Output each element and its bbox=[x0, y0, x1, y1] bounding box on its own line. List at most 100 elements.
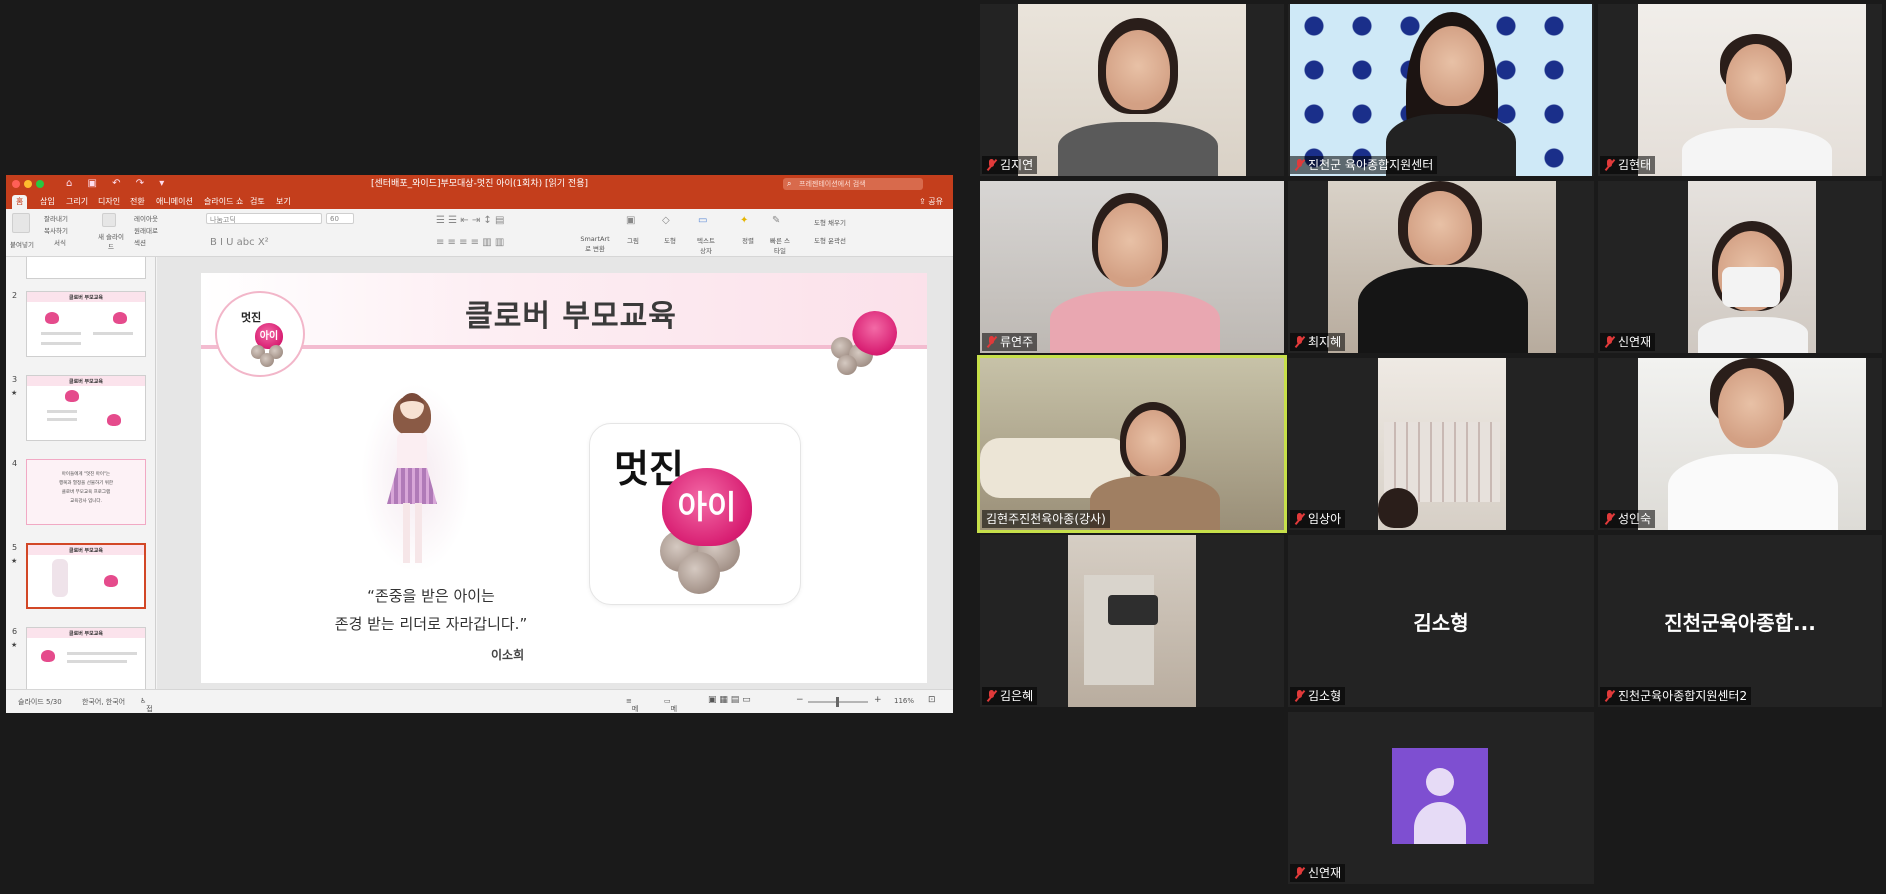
search-placeholder: 프레젠테이션에서 검색 bbox=[799, 180, 866, 188]
slide-thumbnail-6[interactable]: 클로버 부모교육 bbox=[26, 627, 146, 689]
girl-head-graphic bbox=[400, 393, 424, 419]
participant-tile[interactable]: 최지혜 bbox=[1288, 181, 1594, 353]
tab-home[interactable]: 홈 bbox=[12, 195, 28, 209]
quick-styles-icon[interactable]: ✎ bbox=[772, 215, 780, 226]
shape-button[interactable]: 도형 bbox=[664, 235, 676, 245]
new-slide-icon[interactable] bbox=[102, 213, 116, 227]
layout-button[interactable]: 레이아웃 bbox=[134, 213, 158, 223]
participant-tile[interactable]: 임상아 bbox=[1288, 358, 1594, 530]
ppt-search-input[interactable]: ⌕ 프레젠테이션에서 검색 bbox=[783, 178, 923, 190]
muted-mic-icon bbox=[1604, 689, 1616, 703]
font-style-buttons[interactable]: B I U abc X² bbox=[210, 237, 269, 248]
ppt-titlebar: ⌂ ▣ ↶ ↷ ▾ [센터배포_와이드]부모대상-멋진 아이(1회차) [읽기 … bbox=[6, 175, 953, 193]
participant-name: 진천군 육아종합지원센터 bbox=[1308, 158, 1434, 172]
muted-mic-icon bbox=[1294, 689, 1306, 703]
paste-icon[interactable] bbox=[12, 213, 30, 233]
zoom-level[interactable]: 116% bbox=[894, 697, 914, 705]
participant-tile[interactable]: 김은혜 bbox=[980, 535, 1284, 707]
align-buttons[interactable]: ≡ ≡ ≡ ≡ ▥ ▥ bbox=[436, 237, 504, 248]
arrange-icon[interactable]: ✦ bbox=[740, 215, 748, 226]
language[interactable]: 한국어, 한국어 bbox=[82, 697, 125, 707]
slide-thumbnail-2[interactable]: 클로버 부모교육 bbox=[26, 291, 146, 357]
muted-mic-icon bbox=[986, 158, 998, 172]
current-slide[interactable]: 클로버 부모교육 멋진 아이 멋진 아이 “존중을 받은 아이는 존경 받는 리… bbox=[201, 273, 927, 683]
slide-thumbnail[interactable] bbox=[26, 257, 146, 279]
list-buttons[interactable]: ☰ ☰ ⇤ ⇥ ↕ ▤ bbox=[436, 215, 504, 226]
thumbnail-text-line bbox=[93, 332, 133, 335]
participant-name-tag: 김소형 bbox=[1290, 687, 1346, 705]
tab-insert[interactable]: 삽입 bbox=[36, 195, 59, 209]
thumbnail-text-line bbox=[41, 332, 81, 335]
torso-graphic bbox=[1698, 317, 1808, 353]
participant-tile[interactable]: 신연재 bbox=[1288, 712, 1594, 884]
slide-thumbnail-5-selected[interactable]: 클로버 부모교육 bbox=[26, 543, 146, 609]
reset-button[interactable]: 원래대로 bbox=[134, 225, 158, 235]
participant-tile[interactable]: 진천군 육아종합지원센터 bbox=[1288, 4, 1594, 176]
textbox-icon[interactable]: ▭ bbox=[698, 215, 707, 226]
thumbnail-text-line: 교육강사 입니다. bbox=[70, 499, 102, 504]
shared-powerpoint-window: ⌂ ▣ ↶ ↷ ▾ [센터배포_와이드]부모대상-멋진 아이(1회차) [읽기 … bbox=[6, 175, 953, 713]
picture-button[interactable]: 그림 bbox=[627, 235, 639, 245]
tab-design[interactable]: 디자인 bbox=[94, 195, 124, 209]
participant-name-tag: 최지혜 bbox=[1290, 333, 1346, 351]
shape-outline-button[interactable]: 도형 윤곽선 bbox=[814, 235, 846, 245]
participant-tile[interactable]: 성인숙 bbox=[1598, 358, 1882, 530]
view-buttons[interactable]: ▣ ▦ ▤ ▭ bbox=[708, 695, 751, 705]
fit-slide-icon[interactable]: ⊡ bbox=[928, 695, 936, 705]
tab-slideshow[interactable]: 슬라이드 쇼 bbox=[200, 195, 247, 209]
participant-name: 최지혜 bbox=[1308, 335, 1342, 349]
font-name-value: 나눔고딕 bbox=[210, 216, 236, 224]
zoom-out-icon[interactable]: − bbox=[796, 695, 804, 705]
quote-author[interactable]: 이소희 bbox=[491, 646, 524, 663]
copy-button[interactable]: 복사하기 bbox=[44, 225, 68, 235]
font-size-select[interactable]: 60 bbox=[326, 213, 354, 224]
tab-transitions[interactable]: 전환 bbox=[126, 195, 149, 209]
slide-thumbnail-4[interactable]: 아이들에게 "멋진 아이"는 행복과 열정을 선물하기 위한 클로버 부모교육 … bbox=[26, 459, 146, 525]
cut-button[interactable]: 잘라내기 bbox=[44, 213, 68, 223]
person-icon-body bbox=[1414, 802, 1466, 844]
ribbon-tabs: 홈 삽입 그리기 디자인 전환 애니메이션 슬라이드 쇼 검토 보기 ⇪ 공유 bbox=[6, 193, 953, 209]
font-name-select[interactable]: 나눔고딕 bbox=[206, 213, 322, 224]
convert-smartart-button[interactable]: SmartArt로 변환 bbox=[580, 235, 610, 253]
slide-title[interactable]: 클로버 부모교육 bbox=[381, 291, 761, 335]
new-slide-button[interactable]: 새 슬라이드 bbox=[96, 231, 126, 251]
slide-editing-area[interactable]: 클로버 부모교육 멋진 아이 멋진 아이 “존중을 받은 아이는 존경 받는 리… bbox=[157, 257, 953, 689]
participant-tile[interactable]: 김지연 bbox=[980, 4, 1284, 176]
tab-view[interactable]: 보기 bbox=[272, 195, 295, 209]
zoom-slider-handle[interactable] bbox=[836, 697, 839, 707]
thumbnail-number: 3 bbox=[12, 375, 18, 384]
tab-animations[interactable]: 애니메이션 bbox=[152, 195, 197, 209]
participant-name-tag: 진천군 육아종합지원센터 bbox=[1290, 156, 1438, 174]
participant-name: 김지연 bbox=[1000, 158, 1034, 172]
quick-styles-button[interactable]: 빠른 스타일 bbox=[768, 235, 792, 255]
shape-icon[interactable]: ◇ bbox=[662, 215, 670, 226]
slide-thumbnail-3[interactable]: 클로버 부모교육 bbox=[26, 375, 146, 441]
torso-graphic bbox=[1358, 267, 1528, 353]
format-painter-button[interactable]: 서식 bbox=[54, 237, 66, 247]
participant-tile[interactable]: 김현태 bbox=[1598, 4, 1882, 176]
zoom-in-icon[interactable]: + bbox=[874, 695, 882, 705]
shape-fill-button[interactable]: 도형 채우기 bbox=[814, 217, 846, 227]
muted-mic-icon bbox=[1294, 335, 1306, 349]
section-button[interactable]: 섹션 bbox=[134, 237, 146, 247]
comments-button[interactable]: ▭ 메모 bbox=[664, 697, 677, 713]
share-button[interactable]: ⇪ 공유 bbox=[919, 195, 943, 209]
slide-thumbnail-pane[interactable]: 2 클로버 부모교육 3 ★ 클로버 부모교육 4 아이들에게 "멋진 아이"는… bbox=[6, 257, 156, 689]
accessibility-status[interactable]: ♿ 접근성: 조사 필요 bbox=[140, 697, 153, 713]
textbox-button[interactable]: 텍스트 상자 bbox=[694, 235, 718, 255]
participant-tile[interactable]: 김소형 김소형 bbox=[1288, 535, 1594, 707]
paste-button[interactable]: 붙여넣기 bbox=[10, 239, 34, 249]
quote-line-1[interactable]: “존중을 받은 아이는 bbox=[281, 585, 581, 606]
tab-review[interactable]: 검토 bbox=[246, 195, 269, 209]
participant-tile[interactable]: 진천군육아종합... 진천군육아종합지원센터2 bbox=[1598, 535, 1882, 707]
picture-icon[interactable]: ▣ bbox=[626, 215, 635, 226]
participant-tile[interactable]: 류연주 bbox=[980, 181, 1284, 353]
tab-draw[interactable]: 그리기 bbox=[62, 195, 92, 209]
participant-tile-active-speaker[interactable]: 김현주진천육아종(강사) bbox=[977, 355, 1287, 533]
participant-tile[interactable]: 신연재 bbox=[1598, 181, 1882, 353]
comments-label: 메모 bbox=[670, 705, 678, 713]
participant-name-tag: 김지연 bbox=[982, 156, 1038, 174]
arrange-button[interactable]: 정렬 bbox=[742, 235, 754, 245]
quote-line-2[interactable]: 존경 받는 리더로 자라갑니다.” bbox=[281, 613, 581, 634]
notes-button[interactable]: ≡ 메모 bbox=[626, 697, 638, 713]
